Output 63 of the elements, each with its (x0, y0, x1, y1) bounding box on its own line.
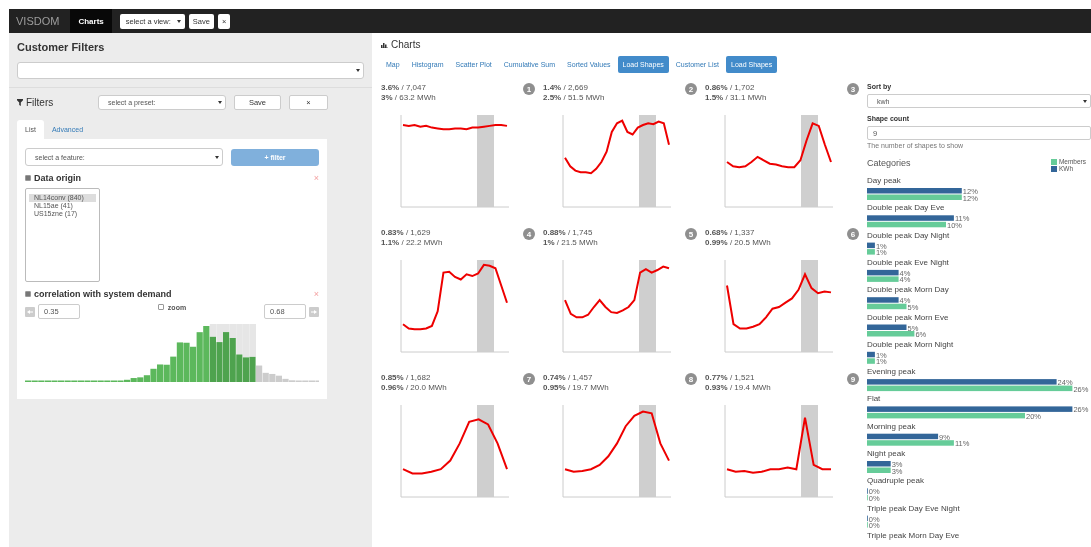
caret-icon (176, 19, 181, 23)
panel-title: Customer Filters (17, 41, 106, 53)
rank-badge: 4 (523, 228, 535, 240)
caret-icon (215, 155, 219, 159)
share-stat: 0.86% / 1,702 (705, 83, 756, 93)
rank-badge: 9 (847, 373, 859, 385)
rank-badge: 3 (847, 83, 859, 95)
share-stat: 1.4% / 2,669 (543, 83, 589, 93)
brand-name: VISDOM (15, 15, 61, 27)
categories-heading: Categories (867, 158, 911, 168)
bar-chart-icon (381, 41, 388, 48)
energy-stat: 1.1% / 22.2 MWh (381, 238, 443, 248)
energy-stat: 0.93% / 19.4 MWh (705, 383, 771, 393)
selection-range[interactable] (209, 324, 256, 358)
customer-select[interactable] (17, 62, 364, 79)
caret-icon (356, 69, 360, 72)
category-label: Double peak Morn Night (867, 339, 954, 349)
category-label: Evening peak (867, 367, 916, 377)
category-label: Flat (867, 394, 881, 404)
energy-stat: 0.99% / 20.5 MWh (705, 238, 771, 248)
energy-stat: 0.95% / 19.7 MWh (543, 383, 609, 393)
share-stat: 0.77% / 1,521 (705, 373, 756, 383)
rank-badge: 7 (523, 373, 535, 385)
category-label: Double peak Morn Eve (867, 312, 949, 322)
checkbox[interactable] (157, 304, 164, 310)
category-label: Triple peak Day Eve Night (867, 503, 960, 513)
energy-stat: 1% / 21.5 MWh (543, 238, 598, 248)
energy-stat: 2.5% / 51.5 MWh (543, 93, 605, 103)
nav-tab[interactable]: Charts (70, 9, 112, 33)
rank-badge: 6 (847, 228, 859, 240)
category-label: Quadruple peak (867, 476, 924, 486)
share-stat: 0.68% / 1,337 (705, 228, 756, 238)
category-label: Day peak (867, 176, 901, 185)
rank-badge: 8 (685, 373, 697, 385)
share-stat: 3.6% / 7,047 (381, 83, 427, 93)
category-label: Double peak Day Night (867, 230, 950, 240)
filters-heading: Filters (26, 97, 54, 108)
category-label: Double peak Day Eve (867, 203, 945, 213)
share-stat: 0.88% / 1,745 (543, 228, 594, 238)
share-stat: 0.74% / 1,457 (543, 373, 594, 383)
checkbox[interactable] (25, 175, 31, 181)
rank-badge: 2 (685, 83, 697, 95)
rank-badge: 1 (523, 83, 535, 95)
charts-heading: Charts (391, 39, 421, 50)
share-stat: 0.83% / 1,629 (381, 228, 432, 238)
filter-label: Data origin (34, 173, 81, 183)
category-label: Morning peak (867, 421, 916, 431)
category-label: Night peak (867, 449, 906, 458)
energy-stat: 1.5% / 31.1 MWh (705, 93, 767, 103)
energy-stat: 3% / 63.2 MWh (381, 93, 436, 103)
category-label: Double peak Eve Night (867, 257, 949, 267)
caret-icon (218, 101, 222, 104)
checkbox[interactable] (25, 291, 31, 297)
category-label: Triple peak Morn Day Eve (867, 530, 960, 540)
filter-label: correlation with system demand (34, 289, 172, 299)
share-stat: 0.85% / 1,682 (381, 373, 432, 383)
energy-stat: 0.96% / 20.0 MWh (381, 383, 447, 393)
filter-icon (17, 99, 23, 106)
arrow-left-icon[interactable] (25, 306, 35, 317)
category-label: Double peak Morn Day (867, 285, 949, 295)
arrow-right-icon[interactable] (309, 306, 319, 317)
rank-badge: 5 (685, 228, 697, 240)
caret-icon (1083, 99, 1087, 103)
